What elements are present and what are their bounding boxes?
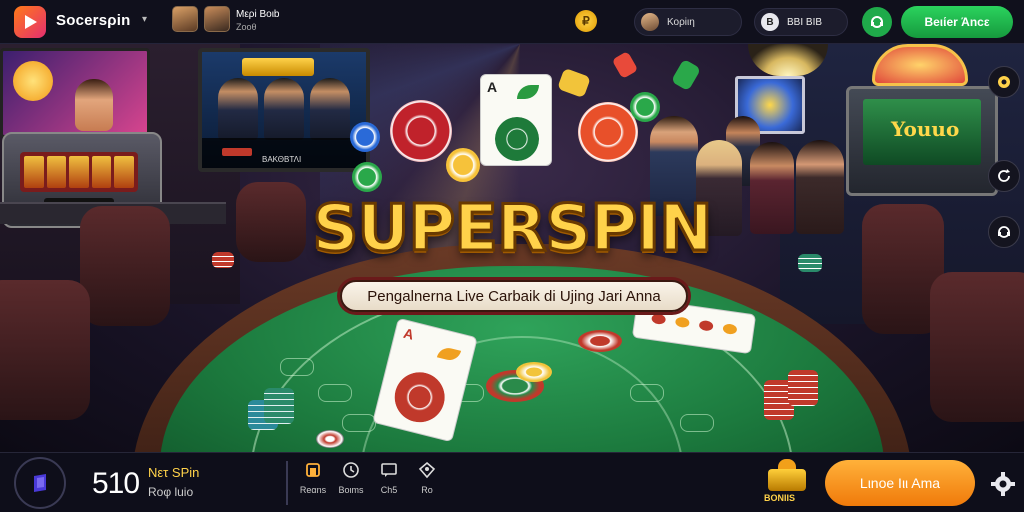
next-spin-title: Νετ SPin xyxy=(148,465,200,480)
tv-host-2 xyxy=(264,78,304,140)
bet-spot xyxy=(280,358,314,376)
promo-subtitle: Ζοοθ xyxy=(236,22,257,32)
slot-topper xyxy=(872,44,968,86)
balance-icon: Β xyxy=(761,13,779,31)
hero-headline: SUPERSPIN xyxy=(311,191,714,268)
sparkle-icon xyxy=(998,76,1010,88)
card-chip xyxy=(495,117,539,161)
divider xyxy=(286,461,288,505)
slot-machine-right: Youuo xyxy=(846,86,998,196)
promo-thumb-2[interactable] xyxy=(204,6,230,32)
tv-caption-text: ΒΑΚΘΒΤΛΙ xyxy=(262,155,302,164)
refresh-icon xyxy=(998,169,1010,182)
chip-stack xyxy=(798,254,822,272)
bet-spot xyxy=(680,414,714,432)
chip-pile xyxy=(316,430,344,448)
rail-button-promo[interactable] xyxy=(988,66,1020,98)
card-leaf xyxy=(517,85,539,99)
headset-icon xyxy=(998,226,1010,238)
top-bar: Sοcersρin ▾ Μερi Βοιb Ζοοθ ₽ Κορiιη Β ΒΒ… xyxy=(0,0,1024,44)
host-figure xyxy=(75,79,113,131)
chip-gold xyxy=(446,148,480,182)
gear-icon xyxy=(991,472,1015,496)
chair xyxy=(0,280,90,420)
player-figure xyxy=(796,140,844,234)
rail-button-refresh[interactable] xyxy=(988,160,1020,192)
promo-thumb-1[interactable] xyxy=(172,6,198,32)
nav-label: Ch5 xyxy=(380,485,398,495)
chip-green xyxy=(630,92,660,122)
bet-spot xyxy=(318,384,352,402)
chip-blue xyxy=(350,122,380,152)
sun-graphic xyxy=(13,61,53,101)
settings-button[interactable] xyxy=(988,469,1018,499)
coin-icon[interactable]: ₽ xyxy=(575,10,597,32)
support-button[interactable] xyxy=(862,7,892,37)
card-pip: A xyxy=(487,79,498,95)
diamond-icon xyxy=(418,461,436,479)
promo-thumbs[interactable] xyxy=(172,6,230,32)
wallet-icon xyxy=(34,474,46,492)
user-name: Κορiιη xyxy=(667,16,695,28)
slot-title: Youuo xyxy=(891,117,960,141)
bet-spot xyxy=(630,384,664,402)
tv-host-1 xyxy=(218,78,258,140)
tv-caption-tag xyxy=(222,148,252,156)
hero-banner[interactable]: ΒΑΚΘΒΤΛΙ Youuo A A SUPERSPIN Pengalnerna… xyxy=(0,44,1024,452)
spin-count: 510 xyxy=(92,467,140,500)
bottom-bar: 510 Νετ SPin Roφ luio Reαns Βοιms Ch5 Ro… xyxy=(0,452,1024,512)
card-leaf xyxy=(436,345,462,363)
bonus-label: ΒΟΝΙΙS xyxy=(764,493,796,503)
app-logo[interactable] xyxy=(14,6,46,38)
nav-label: Reαns xyxy=(299,485,327,495)
user-pill[interactable]: Κορiιη xyxy=(634,8,742,36)
clock-icon xyxy=(343,462,359,478)
nav-item-diamond[interactable]: Ro xyxy=(404,461,450,507)
gift-icon xyxy=(768,469,806,491)
nav-label: Ro xyxy=(421,485,433,495)
chip-red xyxy=(390,100,452,162)
app-root: Sοcersρin ▾ Μερi Βοιb Ζοοθ ₽ Κορiιη Β ΒΒ… xyxy=(0,0,1024,512)
balance-pill[interactable]: Β ΒΒΙ ΒΙΒ xyxy=(754,8,848,36)
play-now-button[interactable]: Lιnοe Ιιι Αma xyxy=(825,460,975,506)
promo-title: Μερi Βοιb xyxy=(236,9,280,20)
bet-spot xyxy=(342,414,376,432)
live-tv-screen: ΒΑΚΘΒΤΛΙ xyxy=(198,48,370,172)
nav-label: Βοιms xyxy=(338,485,364,495)
play-logo-icon xyxy=(25,15,37,29)
slot-reels xyxy=(20,152,138,192)
promo-text[interactable]: Μερi Βοιb Ζοοθ xyxy=(236,9,280,33)
slot-screen: Youuo xyxy=(863,99,981,165)
tv-host-3 xyxy=(310,78,350,140)
chip-pile xyxy=(578,330,622,352)
promo-screen-left xyxy=(0,48,150,138)
chair xyxy=(80,206,170,326)
brand-name[interactable]: Sοcersρin xyxy=(56,12,130,29)
chip-stack xyxy=(264,388,294,424)
wallet-button[interactable] xyxy=(14,457,66,509)
headset-icon xyxy=(871,16,883,28)
card-pip: A xyxy=(401,324,416,343)
rail-button-support[interactable] xyxy=(988,216,1020,248)
chip-stack xyxy=(788,370,818,406)
chat-icon xyxy=(381,463,397,477)
side-rail xyxy=(982,66,1024,296)
next-spin-sub: Roφ luio xyxy=(148,485,194,499)
home-icon xyxy=(306,463,320,477)
chip-pile xyxy=(516,362,552,382)
chevron-down-icon[interactable]: ▾ xyxy=(142,14,147,25)
tv-badge xyxy=(242,58,314,76)
floating-card: A xyxy=(480,74,552,166)
avatar xyxy=(641,13,659,31)
card-chip xyxy=(389,366,450,428)
chip-orange xyxy=(578,102,638,162)
chip-stack xyxy=(212,252,234,268)
bonus-button[interactable]: ΒΟΝΙΙS xyxy=(762,459,812,505)
chip-green xyxy=(352,162,382,192)
hero-tagline: Pengalnerna Live Carbaik di Ujing Jari A… xyxy=(340,280,688,312)
balance-amount: ΒΒΙ ΒΙΒ xyxy=(787,16,823,28)
signup-button[interactable]: Βeιίer Άncε xyxy=(901,6,1013,38)
